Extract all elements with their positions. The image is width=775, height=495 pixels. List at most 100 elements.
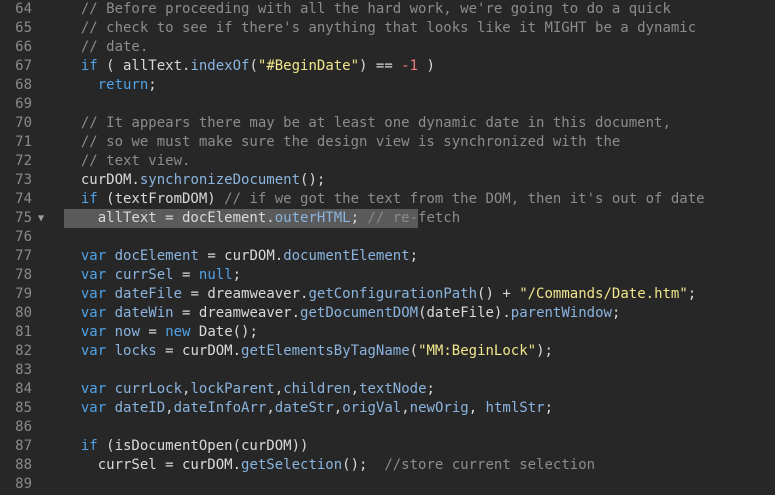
- line-number: 71: [15, 134, 32, 150]
- line-number: 73: [15, 172, 32, 188]
- code-line[interactable]: 71 // so we must make sure the design vi…: [0, 133, 775, 152]
- code-text: // check to see if there's anything that…: [64, 19, 696, 38]
- code-token-comment: // re-fetch: [367, 210, 461, 226]
- code-token-method: documentElement: [283, 248, 410, 264]
- code-line[interactable]: 89: [0, 475, 775, 494]
- code-token-plain: ,: [468, 400, 486, 416]
- code-token-plain: () +: [477, 286, 520, 302]
- code-line[interactable]: 67 if ( allText.indexOf("#BeginDate") ==…: [0, 57, 775, 76]
- code-line[interactable]: 78 var currSel = null;: [0, 266, 775, 285]
- code-token-plain: ;: [350, 210, 368, 226]
- code-token-plain: ();: [300, 172, 326, 188]
- line-number: 68: [15, 77, 32, 93]
- code-token-plain: );: [536, 343, 553, 359]
- code-line[interactable]: 70 // It appears there may be at least o…: [0, 114, 775, 133]
- code-token-plain: (: [249, 58, 258, 74]
- code-token-plain: (textFromDOM): [97, 191, 225, 207]
- code-token-keyword: if: [80, 191, 98, 207]
- code-line[interactable]: 87 if (isDocumentOpen(curDOM)): [0, 437, 775, 456]
- code-token-keyword: new: [165, 324, 191, 340]
- line-number: 74: [15, 191, 32, 207]
- code-line[interactable]: 73 curDOM.synchronizeDocument();: [0, 171, 775, 190]
- code-token-plain: ;: [148, 77, 157, 93]
- code-line[interactable]: 77 var docElement = curDOM.documentEleme…: [0, 247, 775, 266]
- code-token-plain: = dreamweaver.: [173, 305, 301, 321]
- code-token-plain: ) ==: [359, 58, 402, 74]
- code-line[interactable]: 84 var currLock,lockParent,children,text…: [0, 380, 775, 399]
- code-token-plain: ;: [232, 267, 242, 283]
- code-line[interactable]: 69: [0, 95, 775, 114]
- code-token-keyword: var: [80, 267, 107, 283]
- code-line[interactable]: 64 // Before proceeding with all the har…: [0, 0, 775, 19]
- code-line[interactable]: 80 var dateWin = dreamweaver.getDocument…: [0, 304, 775, 323]
- code-line[interactable]: 68 return;: [0, 76, 775, 95]
- code-token-method: htmlStr: [485, 400, 545, 416]
- line-number: 79: [15, 286, 32, 302]
- code-token-keyword: return: [97, 77, 149, 93]
- code-token-plain: ;: [687, 286, 697, 302]
- code-line[interactable]: 72 // text view.: [0, 152, 775, 171]
- code-line[interactable]: 81 var now = new Date();: [0, 323, 775, 342]
- code-token-plain: curDOM.: [80, 172, 140, 188]
- code-text: curDOM.synchronizeDocument();: [64, 171, 325, 190]
- code-line[interactable]: 83: [0, 361, 775, 380]
- code-token-method: children: [283, 381, 351, 397]
- code-token-number: -1: [401, 58, 419, 74]
- code-token-method: getElementsByTagName: [241, 343, 410, 359]
- code-text: return;: [64, 76, 157, 95]
- code-line[interactable]: 86: [0, 418, 775, 437]
- code-line[interactable]: 88 currSel = curDOM.getSelection(); //st…: [0, 456, 775, 475]
- line-number: 66: [15, 39, 32, 55]
- code-token-string: "MM:BeginLock": [418, 343, 537, 359]
- code-token-method: textNode: [359, 381, 427, 397]
- code-token-method: dateID: [114, 400, 166, 416]
- code-token-plain: ();: [342, 457, 385, 473]
- code-text: var currLock,lockParent,children,textNod…: [64, 380, 435, 399]
- code-token-method: dateFile: [114, 286, 183, 302]
- code-line[interactable]: 66 // date.: [0, 38, 775, 57]
- code-token-plain: = curDOM.: [198, 248, 284, 264]
- code-line[interactable]: 85 var dateID,dateInfoArr,dateStr,origVa…: [0, 399, 775, 418]
- code-token-string: "#BeginDate": [257, 58, 360, 74]
- code-line[interactable]: 75 ▼ allText = docElement.outerHTML; // r…: [0, 209, 775, 228]
- code-line[interactable]: 65 // check to see if there's anything t…: [0, 19, 775, 38]
- line-number: 67: [15, 58, 32, 74]
- code-token-plain: (: [409, 343, 419, 359]
- code-text: var dateFile = dreamweaver.getConfigurat…: [64, 285, 696, 304]
- code-line[interactable]: 79 var dateFile = dreamweaver.getConfigu…: [0, 285, 775, 304]
- line-number: 81: [15, 324, 32, 340]
- code-line[interactable]: 76: [0, 228, 775, 247]
- code-token-plain: ;: [426, 381, 435, 397]
- code-token-plain: ;: [409, 248, 419, 264]
- code-token-method: indexOf: [190, 58, 250, 74]
- code-text: if (isDocumentOpen(curDOM)): [64, 437, 309, 456]
- code-token-method: currLock: [114, 381, 183, 397]
- code-token-keyword: null: [198, 267, 233, 283]
- code-token-keyword: var: [80, 305, 107, 321]
- fold-arrow-icon[interactable]: ▼: [38, 209, 48, 228]
- code-token-comment: // so we must make sure the design view …: [80, 134, 621, 150]
- code-token-plain: ,: [165, 400, 174, 416]
- code-line[interactable]: 74 if (textFromDOM) // if we got the tex…: [0, 190, 775, 209]
- code-token-method: docElement: [114, 248, 199, 264]
- code-line[interactable]: 82 var locks = curDOM.getElementsByTagNa…: [0, 342, 775, 361]
- code-editor[interactable]: 64 // Before proceeding with all the har…: [0, 0, 775, 495]
- code-text: allText = docElement.outerHTML; // re-fe…: [64, 209, 460, 228]
- code-token-method: outerHTML: [274, 210, 351, 226]
- code-token-plain: ;: [611, 305, 621, 321]
- code-token-comment: // It appears there may be at least one …: [80, 115, 671, 131]
- code-token-plain: ,: [350, 381, 360, 397]
